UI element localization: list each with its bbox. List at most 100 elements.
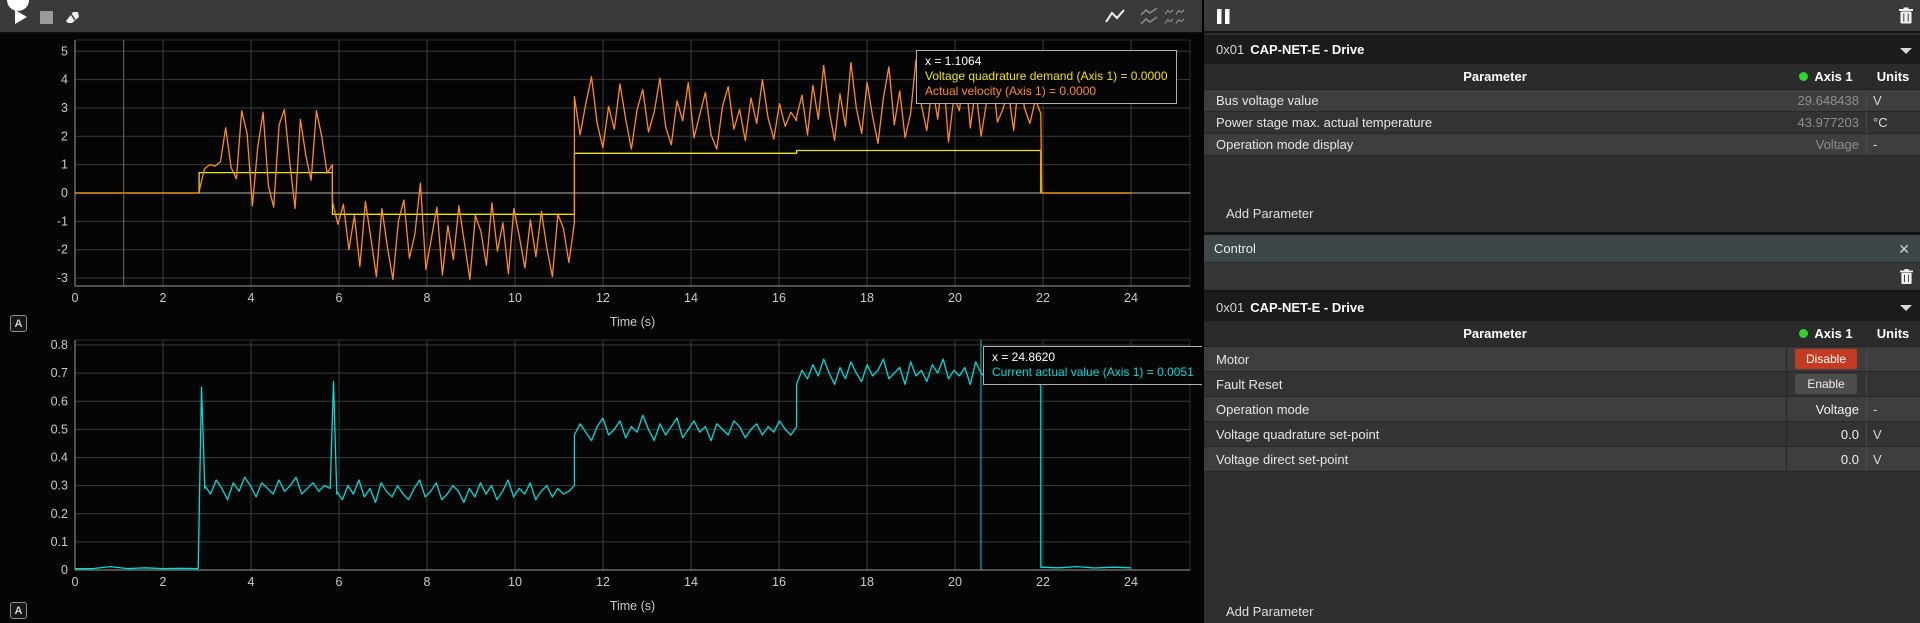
parameter-column-header: Parameter — [1204, 69, 1786, 84]
parameter-name: Operation mode display — [1204, 137, 1786, 152]
device-panel-header[interactable]: 0x01 CAP-NET-E - Drive — [1204, 293, 1920, 321]
parameter-value[interactable]: Voltage — [1786, 397, 1866, 421]
parameter-row[interactable]: Bus voltage value29.648438V — [1204, 90, 1920, 112]
autoscale-button-top-chart[interactable]: A — [10, 315, 27, 332]
svg-text:0.1: 0.1 — [51, 535, 68, 549]
parameter-table: Bus voltage value29.648438VPower stage m… — [1204, 90, 1920, 156]
parameter-column-header: Parameter — [1204, 326, 1786, 341]
svg-text:0: 0 — [72, 291, 79, 305]
parameter-value: Voltage — [1786, 137, 1866, 152]
svg-text:12: 12 — [596, 575, 610, 589]
svg-text:1: 1 — [61, 158, 68, 172]
svg-text:0: 0 — [72, 575, 79, 589]
axis-status-dot — [1799, 72, 1808, 81]
tooltip-x-value: x = 24.8620 — [992, 350, 1194, 365]
parameter-name: Voltage quadrature set-point — [1204, 427, 1786, 442]
parameter-units: V — [1866, 447, 1920, 471]
svg-text:0.5: 0.5 — [51, 422, 68, 436]
disable-button[interactable]: Disable — [1795, 349, 1857, 369]
svg-text:0.2: 0.2 — [51, 507, 68, 521]
svg-text:0.7: 0.7 — [51, 366, 68, 380]
parameter-name: Motor — [1204, 352, 1786, 367]
parameter-name: Voltage direct set-point — [1204, 452, 1786, 467]
parameter-row[interactable]: Operation modeVoltage- — [1204, 397, 1920, 422]
svg-text:10: 10 — [508, 291, 522, 305]
table-header: Parameter Axis 1 Units — [1204, 64, 1920, 90]
parameter-units: °C — [1866, 112, 1920, 133]
parameter-name: Power stage max. actual temperature — [1204, 115, 1786, 130]
svg-text:6: 6 — [336, 575, 343, 589]
top-chart-tooltip: x = 1.1064 Voltage quadrature demand (Ax… — [916, 50, 1177, 104]
parameter-row[interactable]: Power stage max. actual temperature43.97… — [1204, 112, 1920, 134]
enable-button[interactable]: Enable — [1795, 374, 1857, 394]
parameter-name: Operation mode — [1204, 402, 1786, 417]
svg-text:6: 6 — [336, 291, 343, 305]
axis-column-header: Axis 1 — [1814, 69, 1852, 84]
svg-text:16: 16 — [772, 575, 786, 589]
svg-text:22: 22 — [1036, 291, 1050, 305]
table-header: Parameter Axis 1 Units — [1204, 321, 1920, 347]
clear-plots-button[interactable] — [61, 6, 83, 28]
svg-text:5: 5 — [61, 44, 68, 58]
svg-text:22: 22 — [1036, 575, 1050, 589]
parameter-units: - — [1866, 397, 1920, 421]
control-section-header: Control ✕ — [1204, 235, 1920, 262]
svg-text:0.8: 0.8 — [51, 338, 68, 352]
svg-text:-2: -2 — [57, 243, 68, 257]
svg-text:4: 4 — [61, 73, 68, 87]
parameter-value[interactable]: 0.0 — [1786, 422, 1866, 446]
control-section-title: Control — [1214, 241, 1256, 256]
parameter-units: V — [1866, 90, 1920, 111]
parameter-row[interactable]: Voltage quadrature set-point0.0V — [1204, 422, 1920, 447]
svg-text:2: 2 — [160, 575, 167, 589]
quad-plot-view-icon[interactable] — [1164, 6, 1186, 28]
device-panel-header[interactable]: 0x01 CAP-NET-E - Drive — [1204, 35, 1920, 64]
tooltip-series-value: Voltage quadrature demand (Axis 1) = 0.0… — [925, 69, 1168, 84]
axis-status-dot — [1799, 329, 1808, 338]
parameter-row[interactable]: Motor Disable — [1204, 347, 1920, 372]
chevron-down-icon[interactable] — [1900, 305, 1912, 311]
parameter-value: 43.977203 — [1786, 115, 1866, 130]
pause-button[interactable] — [1212, 5, 1234, 27]
svg-text:0.6: 0.6 — [51, 394, 68, 408]
delete-watcher-icon[interactable] — [1899, 7, 1913, 24]
stop-button[interactable] — [35, 6, 57, 28]
dual-plot-view-icon[interactable] — [1138, 6, 1160, 28]
parameter-table: Motor Disable Fault Reset Enable Operation m… — [1204, 347, 1920, 472]
autoscale-button-bottom-chart[interactable]: A — [10, 602, 27, 619]
parameter-units — [1866, 372, 1920, 396]
add-parameter-button[interactable]: Add Parameter — [1226, 604, 1313, 619]
svg-text:12: 12 — [596, 291, 610, 305]
tooltip-x-value: x = 1.1064 — [925, 54, 1168, 69]
parameter-row[interactable]: Operation mode displayVoltage- — [1204, 134, 1920, 156]
svg-text:4: 4 — [248, 291, 255, 305]
watcher-toolbar — [1204, 0, 1920, 33]
delete-control-icon[interactable] — [1900, 269, 1913, 285]
svg-text:0: 0 — [61, 186, 68, 200]
svg-text:14: 14 — [684, 291, 698, 305]
add-parameter-button[interactable]: Add Parameter — [1226, 206, 1313, 221]
svg-text:20: 20 — [948, 575, 962, 589]
parameter-units — [1866, 347, 1920, 371]
node-id: 0x01 — [1216, 300, 1244, 315]
device-name: CAP-NET-E - Drive — [1250, 300, 1364, 315]
chevron-down-icon[interactable] — [1900, 48, 1912, 54]
close-icon[interactable]: ✕ — [1898, 242, 1910, 256]
svg-text:2: 2 — [61, 129, 68, 143]
parameter-name: Fault Reset — [1204, 377, 1786, 392]
single-plot-view-icon[interactable] — [1104, 6, 1126, 28]
parameter-row[interactable]: Fault Reset Enable — [1204, 372, 1920, 397]
svg-text:4: 4 — [248, 575, 255, 589]
svg-text:2: 2 — [160, 291, 167, 305]
parameter-units: V — [1866, 422, 1920, 446]
watcher-panel: 0x01 CAP-NET-E - Drive Parameter Axis 1 … — [1204, 0, 1920, 623]
parameter-value[interactable]: 0.0 — [1786, 447, 1866, 471]
svg-text:18: 18 — [860, 575, 874, 589]
parameter-row[interactable]: Voltage direct set-point0.0V — [1204, 447, 1920, 472]
chart-toolbar — [0, 0, 1202, 33]
svg-text:0.3: 0.3 — [51, 479, 68, 493]
svg-text:14: 14 — [684, 575, 698, 589]
units-column-header: Units — [1866, 69, 1920, 84]
device-name: CAP-NET-E - Drive — [1250, 42, 1364, 57]
svg-text:24: 24 — [1124, 575, 1138, 589]
